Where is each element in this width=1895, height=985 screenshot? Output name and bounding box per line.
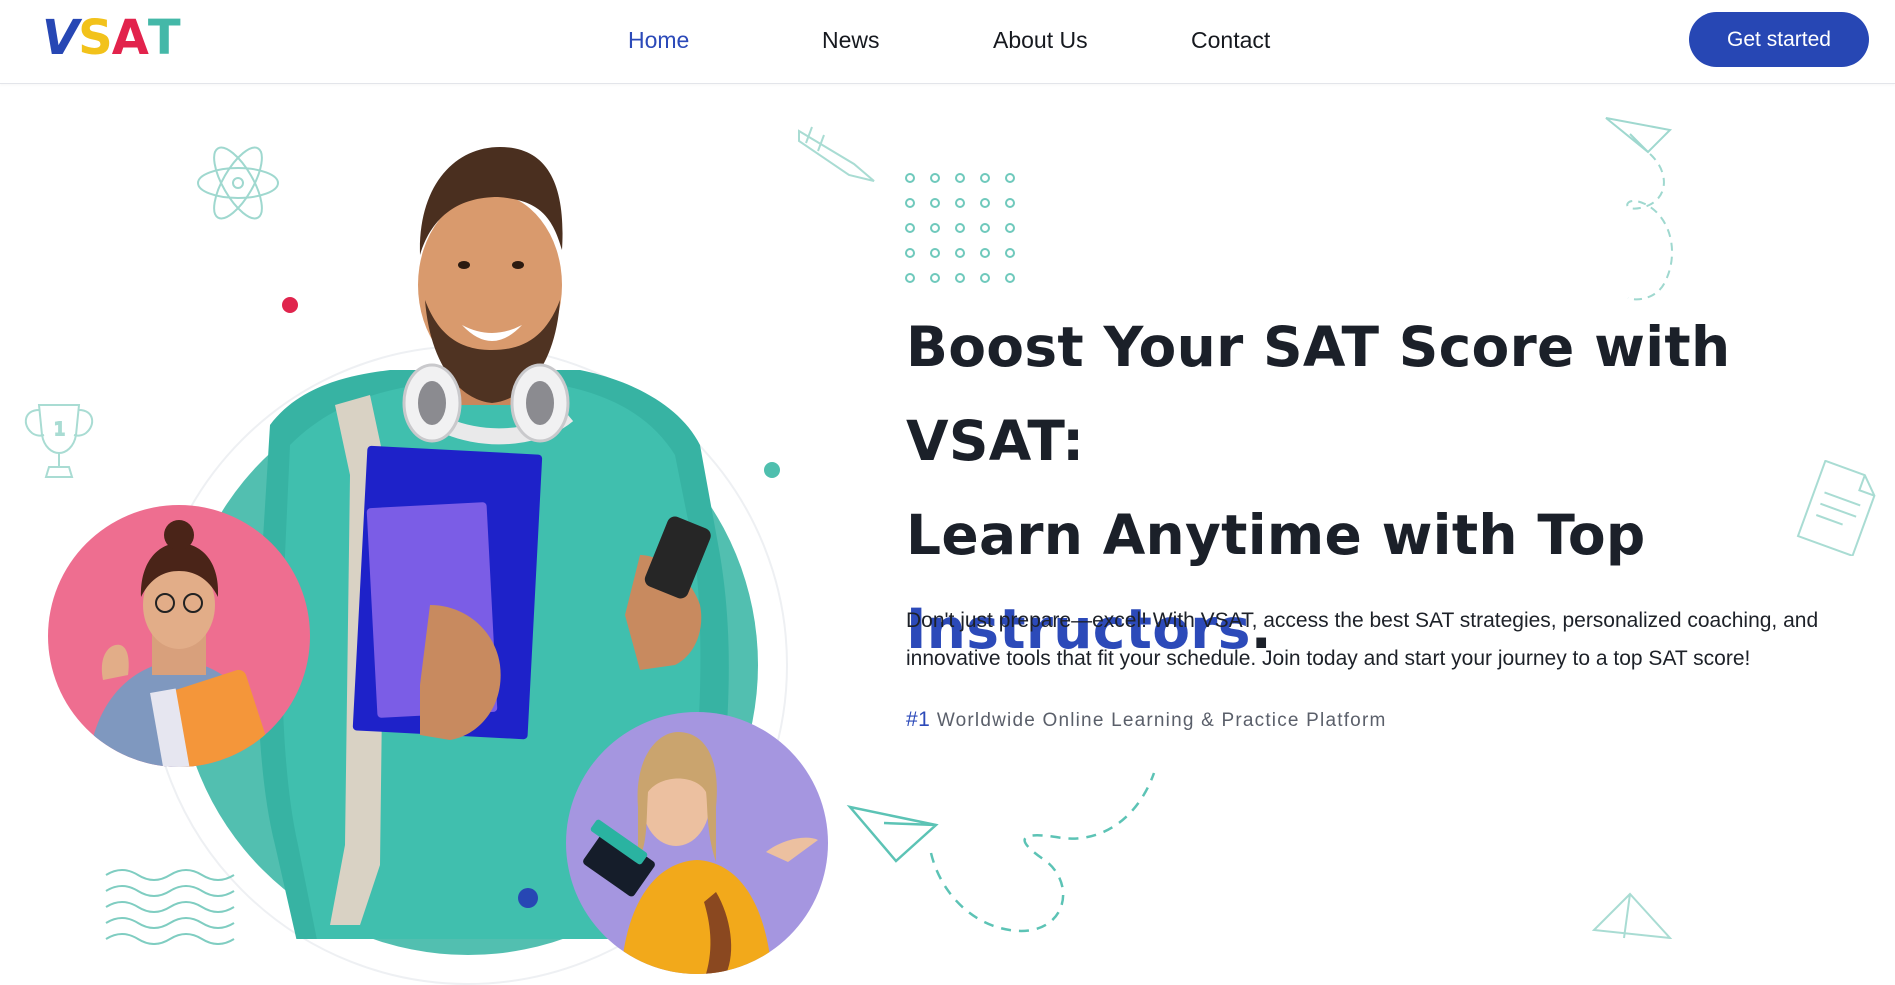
hero-illustration: 1 <box>0 85 880 985</box>
logo-letter-v: V <box>42 10 79 66</box>
atom-icon <box>197 146 279 220</box>
paper-plane-trail-icon <box>846 772 1156 933</box>
teal-accent-dot <box>764 462 780 478</box>
paper-plane-icon <box>1605 117 1674 301</box>
nav-news[interactable]: News <box>822 24 880 56</box>
logo-letter-a: A <box>111 10 149 66</box>
student-photo-right <box>566 712 828 974</box>
student-photo-left <box>48 505 310 767</box>
hero-heading-line-1: Boost Your SAT Score with VSAT: <box>906 315 1731 473</box>
trophy-icon: 1 <box>24 404 94 478</box>
logo-letter-t: T <box>147 10 181 66</box>
hero-tagline: #1 Worldwide Online Learning & Practice … <box>906 704 1387 737</box>
hero-description: Don't just prepare—excel! With VSAT, acc… <box>906 609 1819 670</box>
nav-contact[interactable]: Contact <box>1191 24 1270 56</box>
wave-lines-icon <box>105 869 235 945</box>
girl-thumbs-up-illustration <box>88 520 276 767</box>
nav-about-us[interactable]: About Us <box>993 24 1088 56</box>
nav-home[interactable]: Home <box>628 24 689 56</box>
logo-letter-s: S <box>78 10 113 66</box>
vsat-logo[interactable]: V S A T <box>42 10 181 66</box>
tagline-text: Worldwide Online Learning & Practice Pla… <box>936 710 1387 731</box>
hero-heading-line-2: Learn Anytime with Top <box>906 503 1646 567</box>
blue-accent-dot <box>518 888 538 908</box>
get-started-button[interactable]: Get started <box>1689 12 1869 67</box>
paper-plane-corner-icon <box>1591 892 1673 939</box>
red-accent-dot <box>282 297 298 313</box>
top-navbar: V S A T Home News About Us Contact Get s… <box>0 0 1895 84</box>
girl-pointing-illustration <box>583 732 818 974</box>
dot-grid-icon <box>905 173 1015 283</box>
rocket-icon <box>798 126 875 182</box>
svg-text:1: 1 <box>54 419 65 440</box>
tagline-rank: #1 <box>906 708 931 731</box>
